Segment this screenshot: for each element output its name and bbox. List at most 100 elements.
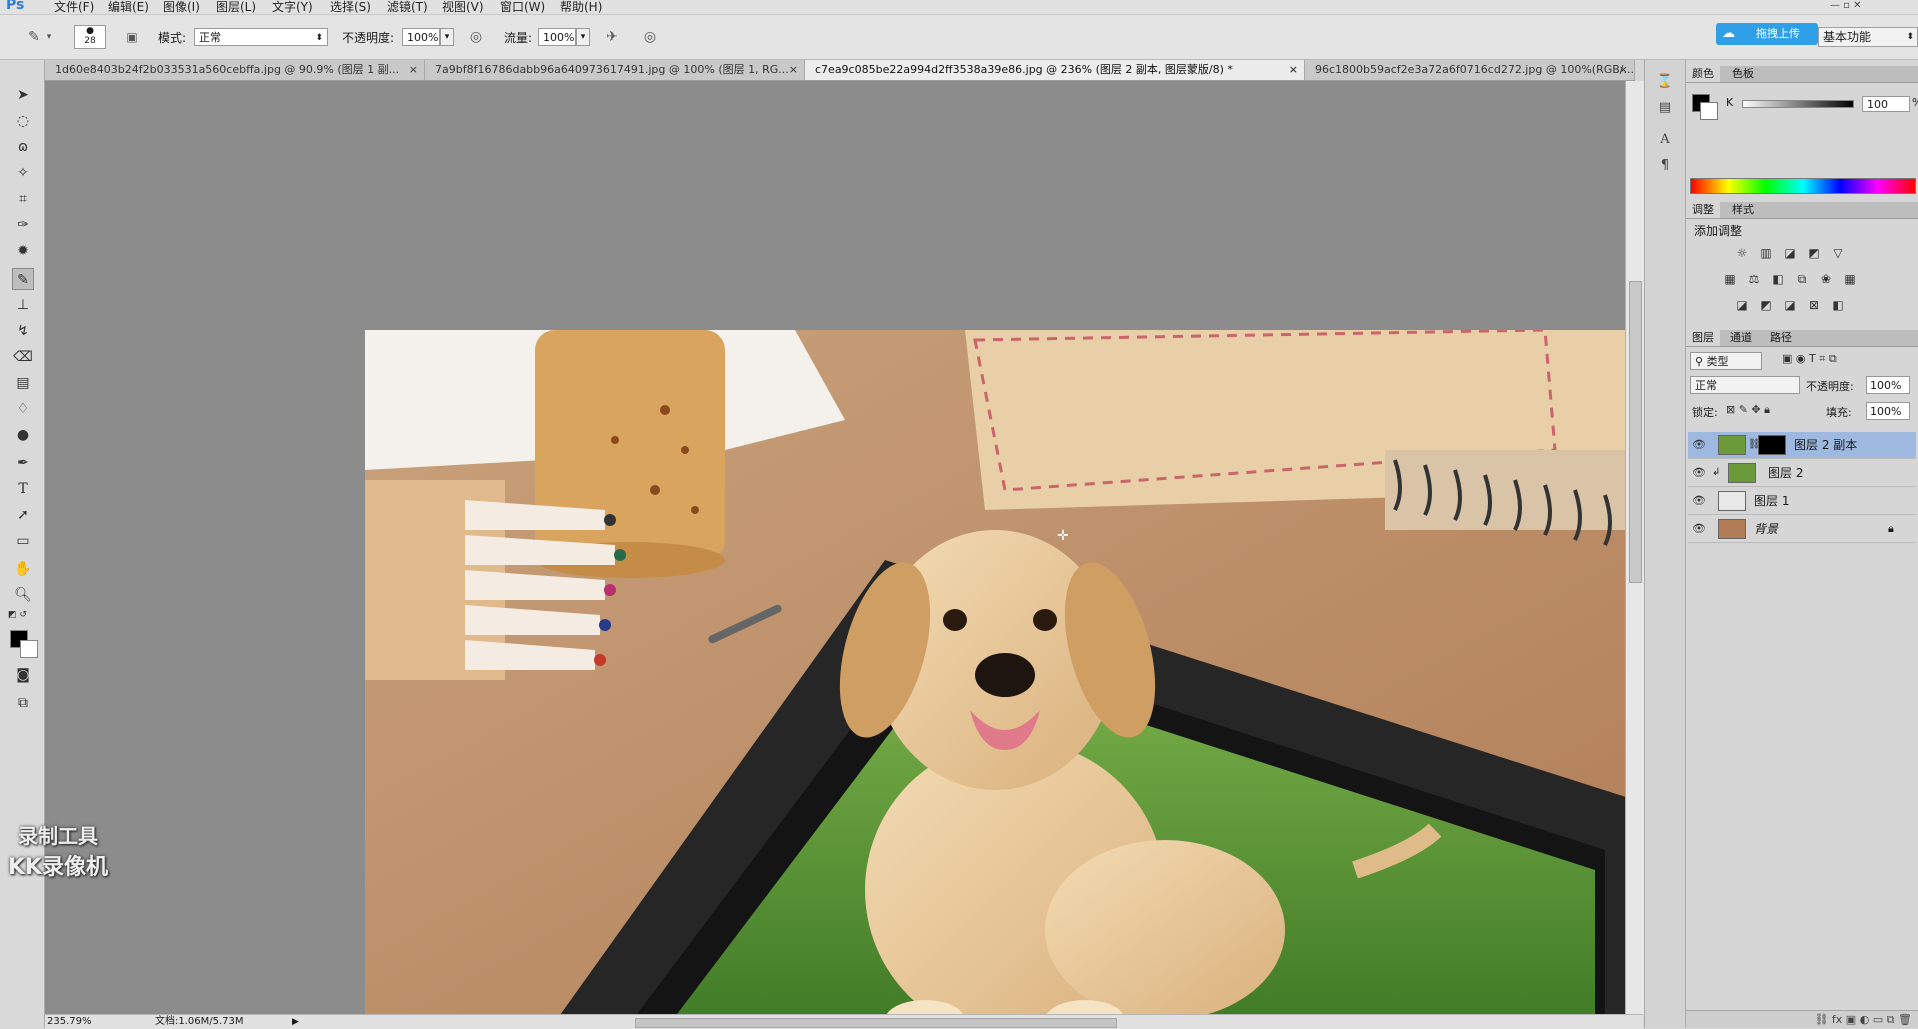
visibility-eye-icon[interactable]: 👁︎ — [1692, 488, 1706, 514]
opacity-input[interactable]: 100% — [402, 28, 440, 46]
vibrance-icon[interactable]: ▽ — [1830, 246, 1846, 260]
brush-size-picker[interactable]: ● 28 — [74, 25, 106, 49]
brightness-icon[interactable]: ☼ — [1734, 246, 1750, 260]
layer-mask-thumbnail[interactable] — [1758, 435, 1786, 455]
menu-filter[interactable]: 滤镜(T) — [387, 0, 428, 14]
background-color-swatch[interactable] — [20, 640, 38, 658]
layer-opacity-input[interactable]: 100% — [1866, 376, 1910, 394]
tab-layers[interactable]: 图层 — [1686, 330, 1720, 346]
blend-mode-select[interactable]: 正常 — [1690, 376, 1800, 394]
quick-mask-icon[interactable]: ◙ — [12, 664, 34, 686]
tab-document-3[interactable]: c7ea9c085be22a994d2ff3538a39e86.jpg @ 23… — [805, 60, 1305, 80]
gradient-tool-icon[interactable]: ▤ — [12, 372, 34, 394]
hue-saturation-icon[interactable]: ▦ — [1722, 272, 1738, 286]
visibility-eye-icon[interactable]: 👁︎ — [1692, 516, 1706, 542]
opacity-dropdown-icon[interactable]: ▾ — [440, 28, 454, 46]
vertical-scroll-thumb[interactable] — [1629, 281, 1642, 583]
fill-input[interactable]: 100% — [1866, 402, 1910, 420]
invert-icon[interactable]: ◪ — [1734, 298, 1750, 312]
tab-document-4[interactable]: 96c1800b59acf2e3a72a6f0716cd272.jpg @ 10… — [1305, 60, 1635, 80]
blur-tool-icon[interactable]: ♢ — [12, 398, 34, 420]
document-image[interactable] — [365, 330, 1625, 1014]
color-bg-swatch[interactable] — [1700, 102, 1718, 120]
close-icon[interactable]: × — [789, 60, 798, 80]
swap-colors-icon[interactable]: ◩ ↺ — [8, 610, 38, 624]
flow-dropdown-icon[interactable]: ▾ — [576, 28, 590, 46]
flow-input[interactable]: 100% — [538, 28, 576, 46]
tab-adjustments[interactable]: 调整 — [1686, 202, 1720, 218]
menu-view[interactable]: 视图(V) — [442, 0, 484, 14]
tool-preset-dropdown-icon[interactable]: ▾ — [44, 27, 54, 47]
status-menu-arrow-icon[interactable]: ▶ — [292, 1015, 299, 1029]
properties-panel-icon[interactable]: ▤ — [1655, 98, 1675, 118]
dodge-tool-icon[interactable]: ● — [12, 424, 34, 446]
layers-footer-icons[interactable]: ⛓ fx ▣ ◐ ▭ ⧉ 🗑︎ — [1686, 1010, 1918, 1028]
quick-selection-tool-icon[interactable]: ✧ — [12, 162, 34, 184]
zoom-level[interactable]: 235.79% — [47, 1015, 92, 1029]
mode-select[interactable]: 正常 ⬍ — [194, 28, 328, 46]
rectangle-tool-icon[interactable]: ▭ — [12, 530, 34, 552]
color-ramp[interactable] — [1690, 178, 1916, 194]
tab-styles[interactable]: 样式 — [1726, 202, 1760, 218]
layer-filter-icons[interactable]: ▣ ◉ T ⌗ ⧉ — [1782, 352, 1837, 366]
horizontal-scroll-thumb[interactable] — [635, 1018, 1117, 1028]
crop-tool-icon[interactable]: ⌗ — [12, 188, 34, 210]
upload-button[interactable]: ☁ 拖拽上传 — [1716, 23, 1818, 45]
eyedropper-tool-icon[interactable]: ✑ — [12, 214, 34, 236]
k-value-input[interactable]: 100 — [1862, 96, 1910, 112]
eraser-tool-icon[interactable]: ⌫ — [12, 346, 34, 368]
menu-file[interactable]: 文件(F) — [54, 0, 94, 14]
marquee-tool-icon[interactable]: ◌ — [12, 110, 34, 132]
path-selection-tool-icon[interactable]: ➚ — [12, 504, 34, 526]
layer-row[interactable]: 👁︎ ↲ 图层 2 — [1688, 460, 1916, 487]
layer-filter-select[interactable]: ⚲ 类型 — [1690, 352, 1762, 370]
color-lookup-icon[interactable]: ▦ — [1842, 272, 1858, 286]
tab-paths[interactable]: 路径 — [1764, 330, 1798, 346]
menu-layer[interactable]: 图层(L) — [216, 0, 256, 14]
brush-tool-icon[interactable]: ✎ — [12, 268, 34, 290]
lock-icons[interactable]: ⊠ ✎ ✥ 🔒︎ — [1726, 403, 1770, 417]
zoom-tool-icon[interactable]: 🔍︎ — [12, 584, 34, 606]
posterize-icon[interactable]: ◩ — [1758, 298, 1774, 312]
k-slider[interactable] — [1742, 100, 1854, 108]
tab-color[interactable]: 颜色 — [1686, 66, 1720, 82]
move-tool-icon[interactable]: ➤ — [12, 84, 34, 106]
pen-tool-icon[interactable]: ✒ — [12, 452, 34, 474]
tab-channels[interactable]: 通道 — [1724, 330, 1758, 346]
menu-select[interactable]: 选择(S) — [330, 0, 371, 14]
type-tool-icon[interactable]: T — [12, 478, 34, 500]
close-icon[interactable]: × — [1619, 60, 1628, 80]
workspace-select[interactable]: 基本功能 ⬍ — [1818, 27, 1918, 47]
levels-icon[interactable]: ▥ — [1758, 246, 1774, 260]
menu-edit[interactable]: 编辑(E) — [108, 0, 149, 14]
vertical-scrollbar[interactable] — [1625, 81, 1644, 1014]
menu-image[interactable]: 图像(I) — [163, 0, 200, 14]
selective-color-icon[interactable]: ⊠ — [1806, 298, 1822, 312]
tab-document-1[interactable]: 1d60e8403b24f2b033531a560cebffa.jpg @ 90… — [45, 60, 425, 80]
close-icon[interactable]: × — [1289, 60, 1298, 80]
exposure-icon[interactable]: ◩ — [1806, 246, 1822, 260]
curves-icon[interactable]: ◪ — [1782, 246, 1798, 260]
pressure-size-icon[interactable]: ◎ — [640, 27, 660, 47]
menu-help[interactable]: 帮助(H) — [560, 0, 602, 14]
brush-panel-toggle-icon[interactable]: ▣ — [122, 27, 142, 47]
close-icon[interactable]: × — [409, 60, 418, 80]
screen-mode-icon[interactable]: ⧉ — [12, 692, 34, 714]
visibility-eye-icon[interactable]: 👁︎ — [1692, 432, 1706, 458]
menu-window[interactable]: 窗口(W) — [500, 0, 545, 14]
layer-row[interactable]: 👁︎ ⛓ 图层 2 副本 — [1688, 432, 1916, 459]
color-balance-icon[interactable]: ⚖ — [1746, 272, 1762, 286]
gradient-map-icon[interactable]: ◧ — [1830, 298, 1846, 312]
paragraph-panel-icon[interactable]: ¶ — [1655, 156, 1675, 176]
layer-row[interactable]: 👁︎ 图层 1 — [1688, 488, 1916, 515]
photo-filter-icon[interactable]: ⧉ — [1794, 272, 1810, 286]
history-brush-tool-icon[interactable]: ↯ — [12, 320, 34, 342]
canvas-area[interactable]: ✛ — [45, 81, 1625, 1014]
visibility-eye-icon[interactable]: 👁︎ — [1692, 460, 1706, 486]
menu-type[interactable]: 文字(Y) — [272, 0, 313, 14]
clone-stamp-tool-icon[interactable]: ⊥ — [12, 294, 34, 316]
black-white-icon[interactable]: ◧ — [1770, 272, 1786, 286]
channel-mixer-icon[interactable]: ❀ — [1818, 272, 1834, 286]
character-panel-icon[interactable]: A — [1655, 130, 1675, 150]
history-panel-icon[interactable]: ⌛ — [1655, 72, 1675, 92]
